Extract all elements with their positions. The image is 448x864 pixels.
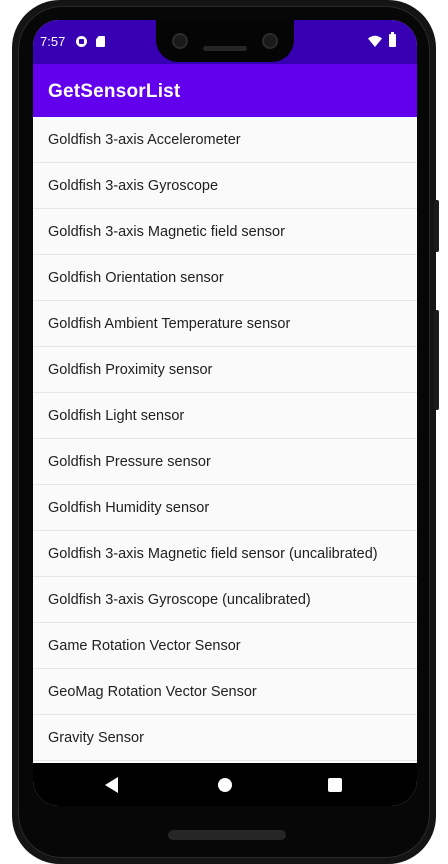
list-item[interactable]: Goldfish 3-axis Gyroscope (uncalibrated) xyxy=(33,577,417,623)
list-item[interactable]: Goldfish Humidity sensor xyxy=(33,485,417,531)
list-item[interactable]: Goldfish 3-axis Magnetic field sensor xyxy=(33,209,417,255)
navigation-bar xyxy=(33,763,417,806)
list-item-label: Goldfish 3-axis Magnetic field sensor (u… xyxy=(48,546,378,562)
app-bar: GetSensorList xyxy=(33,64,417,117)
list-item[interactable]: Goldfish 3-axis Accelerometer xyxy=(33,117,417,163)
list-item[interactable]: Goldfish 3-axis Magnetic field sensor (u… xyxy=(33,531,417,577)
sensor-list[interactable]: Goldfish 3-axis Accelerometer Goldfish 3-… xyxy=(33,117,417,763)
app-title: GetSensorList xyxy=(48,81,181,102)
power-button xyxy=(434,200,439,252)
list-item-label: Game Rotation Vector Sensor xyxy=(48,638,241,654)
battery-icon xyxy=(389,32,396,47)
list-item-label: Goldfish 3-axis Gyroscope (uncalibrated) xyxy=(48,592,311,608)
list-item[interactable]: Goldfish Pressure sensor xyxy=(33,439,417,485)
list-item[interactable]: Goldfish Light sensor xyxy=(33,393,417,439)
list-item-label: Gravity Sensor xyxy=(48,730,144,746)
recents-icon[interactable] xyxy=(328,778,342,792)
list-item-label: Goldfish Humidity sensor xyxy=(48,500,210,516)
list-item[interactable]: Goldfish 3-axis Gyroscope xyxy=(33,163,417,209)
list-item-label: Goldfish Ambient Temperature sensor xyxy=(48,316,291,332)
front-camera-icon xyxy=(172,33,188,49)
status-time: 7:57 xyxy=(40,34,66,49)
home-icon[interactable] xyxy=(218,778,232,792)
volume-button xyxy=(434,310,439,410)
list-item-label: Goldfish 3-axis Gyroscope xyxy=(48,178,219,194)
list-item-label: Goldfish Pressure sensor xyxy=(48,454,211,470)
list-item[interactable]: Goldfish Orientation sensor xyxy=(33,255,417,301)
status-bar: 7:57 xyxy=(33,20,417,64)
earpiece-speaker xyxy=(203,46,247,51)
sim-card-icon xyxy=(96,36,105,47)
wifi-icon xyxy=(368,35,382,47)
camera-notch xyxy=(156,20,294,62)
list-item[interactable]: Game Rotation Vector Sensor xyxy=(33,623,417,669)
bottom-speaker xyxy=(168,830,286,840)
list-item[interactable]: Goldfish Ambient Temperature sensor xyxy=(33,301,417,347)
screen: 7:57 GetSensorList Goldfish 3-axis Accel… xyxy=(33,20,417,806)
list-item-label: Goldfish Orientation sensor xyxy=(48,270,224,286)
list-item[interactable]: GeoMag Rotation Vector Sensor xyxy=(33,669,417,715)
list-item-label: Goldfish 3-axis Magnetic field sensor xyxy=(48,224,285,240)
list-item[interactable]: Gravity Sensor xyxy=(33,715,417,761)
list-item-label: Goldfish 3-axis Accelerometer xyxy=(48,132,241,148)
list-item-label: GeoMag Rotation Vector Sensor xyxy=(48,684,257,700)
list-item-label: Goldfish Light sensor xyxy=(48,408,185,424)
list-item-label: Goldfish Proximity sensor xyxy=(48,362,213,378)
back-icon[interactable] xyxy=(105,777,118,793)
list-item[interactable]: Goldfish Proximity sensor xyxy=(33,347,417,393)
front-camera-icon xyxy=(262,33,278,49)
notification-icon xyxy=(76,36,87,47)
